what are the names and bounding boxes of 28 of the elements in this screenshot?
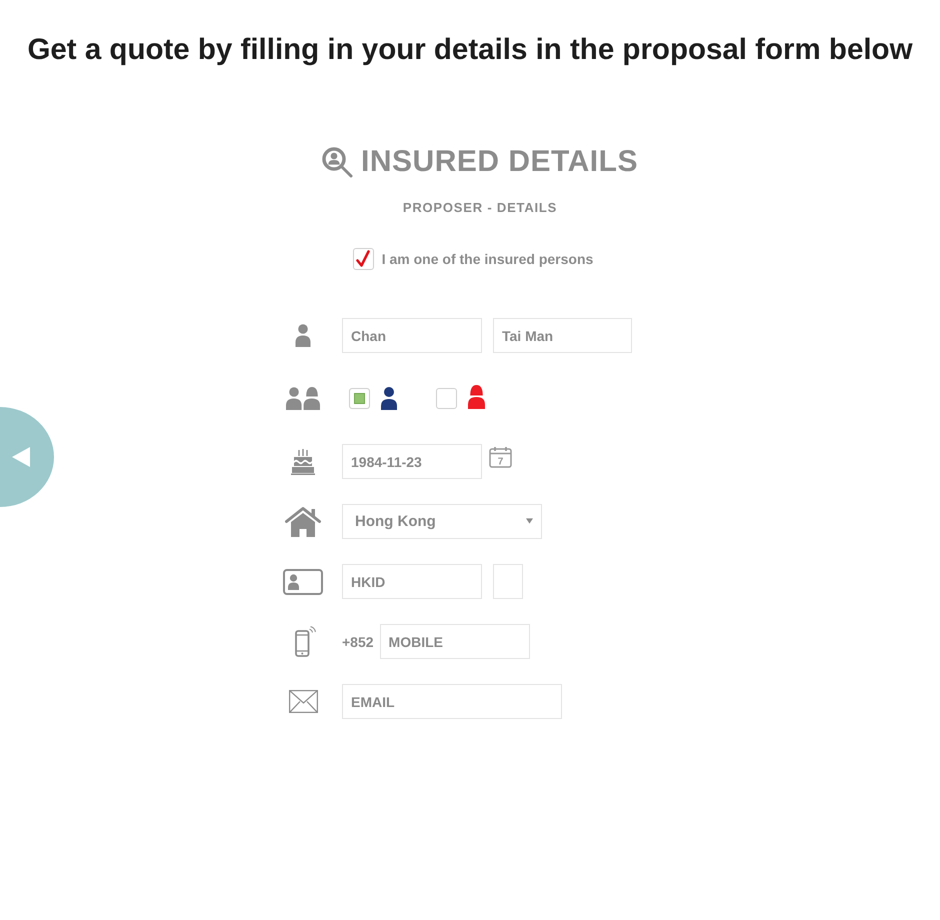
country-select[interactable]: Hong Kong (342, 504, 542, 539)
page-heading: Get a quote by filling in your details in the proposal form below (26, 32, 914, 68)
surname-field[interactable]: Chan (342, 318, 482, 353)
checkbox[interactable] (436, 388, 457, 409)
section-title: INSURED DETAILS (361, 144, 638, 180)
house-icon (285, 506, 321, 537)
people-icon (286, 387, 320, 410)
person-icon (295, 324, 311, 347)
phone-icon (294, 626, 316, 657)
input-field[interactable] (493, 564, 523, 599)
check-icon (356, 250, 370, 267)
id-card-icon (283, 568, 323, 594)
mail-icon (288, 690, 318, 713)
id-number-field[interactable]: HKID (342, 564, 482, 599)
given-name-field[interactable]: Tai Man (493, 318, 632, 353)
person-search-icon (322, 146, 354, 178)
checkbox[interactable] (352, 248, 374, 270)
email-field[interactable]: EMAIL (342, 684, 562, 719)
cake-icon (291, 448, 315, 474)
mobile-field[interactable]: MOBILE (380, 624, 530, 659)
section-subtitle: PROPOSER - DETAILS (402, 199, 558, 217)
birth-date-field[interactable]: 1984-11-23 (342, 444, 482, 479)
country-code: +852 (342, 634, 374, 650)
left-triangle-icon (12, 447, 30, 467)
calendar-icon[interactable]: 7 (489, 446, 512, 468)
checkbox-label: I am one of the insured persons (382, 250, 594, 268)
checkbox[interactable] (349, 388, 370, 409)
caret-icon (526, 518, 533, 524)
